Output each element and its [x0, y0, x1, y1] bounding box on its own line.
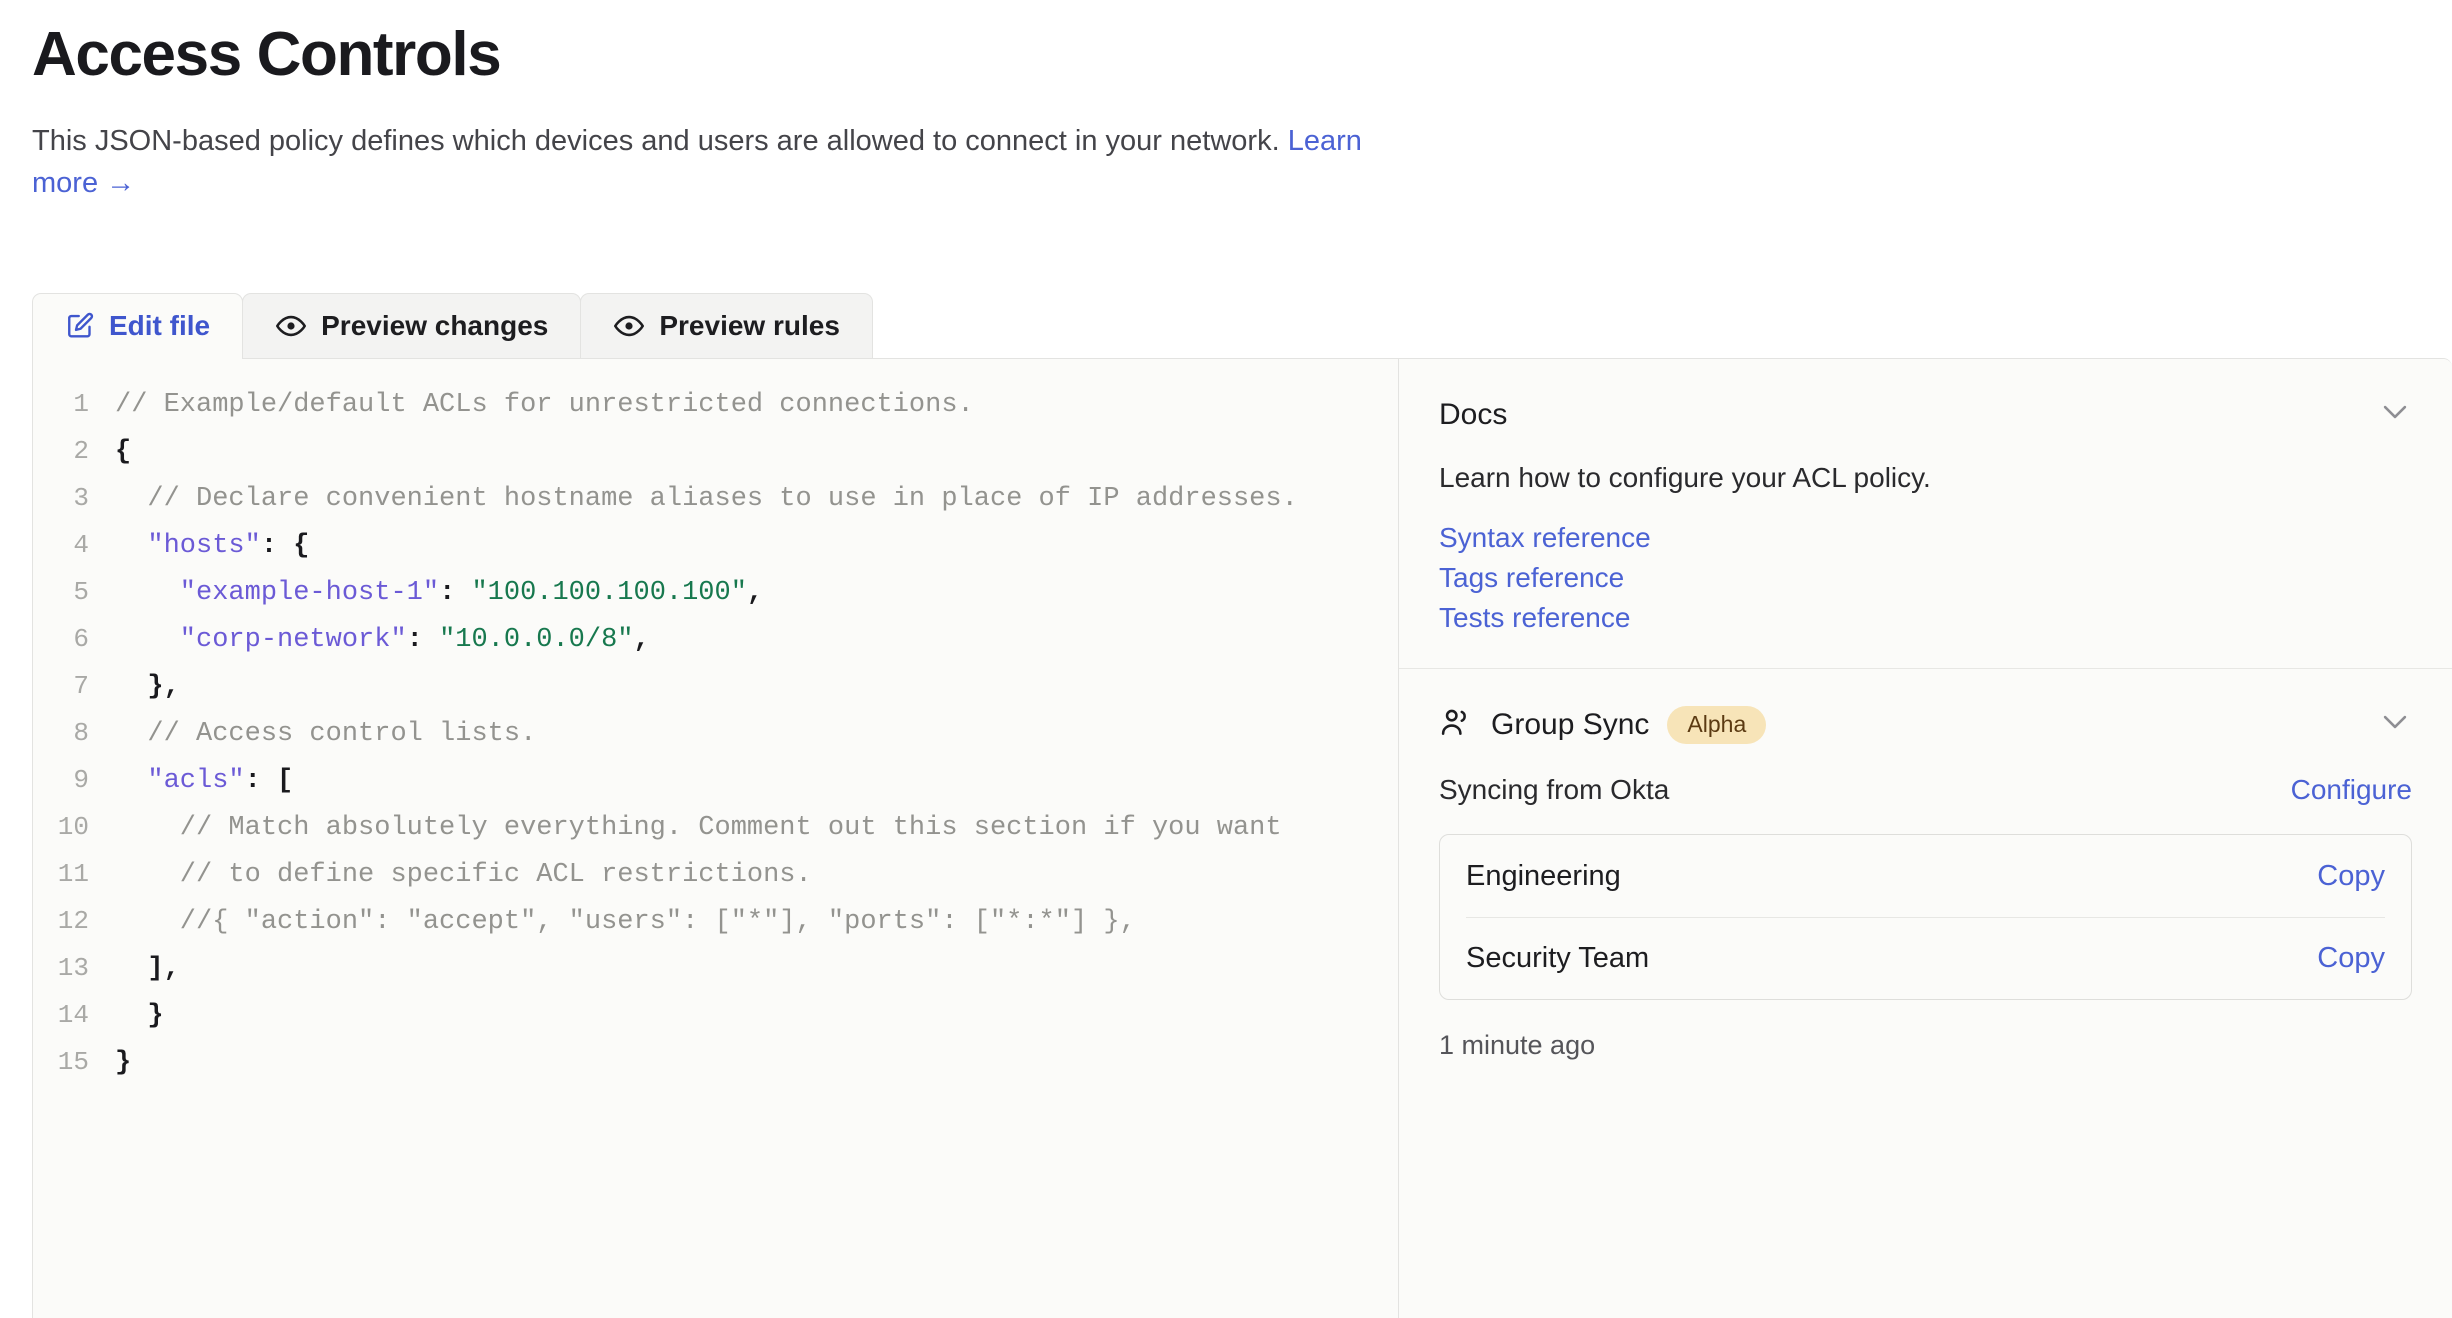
tab-preview-rules-label: Preview rules	[659, 310, 840, 342]
copy-button[interactable]: Copy	[2317, 942, 2385, 975]
line-number: 2	[33, 428, 115, 475]
line-number: 6	[33, 616, 115, 663]
eye-icon	[613, 310, 645, 342]
line-number: 14	[33, 992, 115, 1039]
line-number: 12	[33, 898, 115, 945]
code-line-text: // Declare convenient hostname aliases t…	[115, 476, 1298, 523]
tags-reference-link[interactable]: Tags reference	[1439, 562, 1624, 594]
line-number: 13	[33, 945, 115, 992]
group-name: Engineering	[1466, 860, 1621, 893]
status-badge: Alpha	[1667, 706, 1766, 744]
editor-tabbar: Edit file Preview changes Preview rules	[32, 293, 872, 358]
syntax-reference-link[interactable]: Syntax reference	[1439, 522, 1651, 554]
line-number: 15	[33, 1039, 115, 1086]
edit-pencil-square-icon	[65, 311, 95, 341]
code-line-text: // Example/default ACLs for unrestricted…	[115, 382, 974, 429]
tab-preview-changes-label: Preview changes	[321, 310, 548, 342]
tab-preview-changes[interactable]: Preview changes	[242, 293, 581, 358]
code-line-text: // Match absolutely everything. Comment …	[115, 805, 1282, 852]
line-number: 7	[33, 663, 115, 710]
list-item: Engineering Copy	[1466, 835, 2385, 917]
group-sync-section: Group Sync Alpha Syncing from Okta Confi…	[1399, 669, 2452, 1095]
docs-body-text: Learn how to configure your ACL policy.	[1439, 462, 2412, 494]
chevron-down-icon[interactable]	[2378, 705, 2412, 744]
chevron-down-icon[interactable]	[2378, 395, 2412, 434]
sync-source-label: Syncing from Okta	[1439, 774, 1669, 806]
code-line: 13 ],	[33, 945, 1398, 992]
tab-edit-file[interactable]: Edit file	[32, 293, 243, 358]
code-line-text: },	[115, 664, 180, 711]
code-line-text: ],	[115, 946, 180, 993]
users-icon	[1439, 705, 1473, 744]
code-line: 5 "example-host-1": "100.100.100.100",	[33, 569, 1398, 616]
code-line-text: "corp-network": "10.0.0.0/8",	[115, 617, 650, 664]
code-line-text: "acls": [	[115, 758, 293, 805]
code-line: 14 }	[33, 992, 1398, 1039]
line-number: 11	[33, 851, 115, 898]
code-line-text: "hosts": {	[115, 523, 309, 570]
access-controls-page: Access Controls This JSON-based policy d…	[0, 0, 2452, 1318]
code-line-text: }	[115, 1040, 131, 1087]
code-line: 1// Example/default ACLs for unrestricte…	[33, 381, 1398, 428]
docs-links: Syntax reference Tags reference Tests re…	[1439, 522, 2412, 634]
line-number: 4	[33, 522, 115, 569]
page-title: Access Controls	[32, 0, 2452, 86]
acl-code-editor[interactable]: 1// Example/default ACLs for unrestricte…	[33, 359, 1398, 1318]
group-sync-title: Group Sync	[1491, 708, 1649, 742]
list-item: Security Team Copy	[1466, 917, 2385, 999]
code-line: 6 "corp-network": "10.0.0.0/8",	[33, 616, 1398, 663]
code-line-text: // Access control lists.	[115, 711, 536, 758]
code-line: 15}	[33, 1039, 1398, 1086]
docs-section: Docs Learn how to configure your ACL pol…	[1399, 359, 2452, 669]
code-line: 9 "acls": [	[33, 757, 1398, 804]
line-number: 8	[33, 710, 115, 757]
code-line-text: // to define specific ACL restrictions.	[115, 852, 812, 899]
code-line: 8 // Access control lists.	[33, 710, 1398, 757]
last-synced-timestamp: 1 minute ago	[1439, 1030, 2412, 1061]
code-line: 4 "hosts": {	[33, 522, 1398, 569]
line-number: 5	[33, 569, 115, 616]
code-line: 11 // to define specific ACL restriction…	[33, 851, 1398, 898]
line-number: 10	[33, 804, 115, 851]
line-number: 1	[33, 381, 115, 428]
group-name: Security Team	[1466, 942, 1649, 975]
eye-icon	[275, 310, 307, 342]
code-line: 2{	[33, 428, 1398, 475]
tests-reference-link[interactable]: Tests reference	[1439, 602, 1630, 634]
group-sync-header-left: Group Sync Alpha	[1439, 705, 1766, 744]
page-description: This JSON-based policy defines which dev…	[32, 120, 1372, 204]
docs-title: Docs	[1439, 398, 1507, 432]
code-line-text: //{ "action": "accept", "users": ["*"], …	[115, 899, 1136, 946]
code-line: 10 // Match absolutely everything. Comme…	[33, 804, 1398, 851]
line-number: 3	[33, 475, 115, 522]
line-number: 9	[33, 757, 115, 804]
code-line-text: "example-host-1": "100.100.100.100",	[115, 570, 763, 617]
page-description-text: This JSON-based policy defines which dev…	[32, 125, 1280, 157]
docs-header-left: Docs	[1439, 398, 1507, 432]
tab-edit-file-label: Edit file	[109, 310, 210, 342]
editor-shell: 1// Example/default ACLs for unrestricte…	[32, 358, 2452, 1318]
editor-side-panel: Docs Learn how to configure your ACL pol…	[1398, 359, 2452, 1318]
docs-header: Docs	[1439, 395, 2412, 434]
copy-button[interactable]: Copy	[2317, 860, 2385, 893]
sync-source-row: Syncing from Okta Configure	[1439, 774, 2412, 806]
configure-link[interactable]: Configure	[2291, 774, 2412, 806]
code-line: 12 //{ "action": "accept", "users": ["*"…	[33, 898, 1398, 945]
group-sync-header: Group Sync Alpha	[1439, 705, 2412, 744]
synced-groups-list: Engineering Copy Security Team Copy	[1439, 834, 2412, 1000]
tab-preview-rules[interactable]: Preview rules	[580, 293, 873, 358]
code-line-text: }	[115, 993, 164, 1040]
code-line: 3 // Declare convenient hostname aliases…	[33, 475, 1398, 522]
code-line-text: {	[115, 429, 131, 476]
code-line: 7 },	[33, 663, 1398, 710]
